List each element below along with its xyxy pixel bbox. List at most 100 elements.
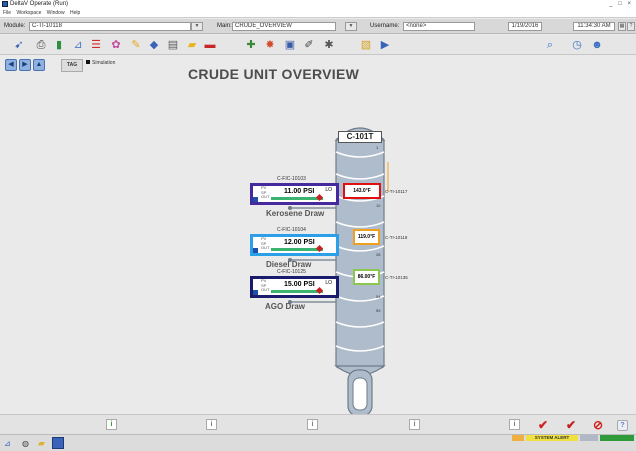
window-title: DeltaV Operate (Run) xyxy=(10,1,69,7)
time-field: 11:34:30 AM xyxy=(573,22,615,31)
pv-sp-labels: PV SP OUT xyxy=(261,278,270,292)
mode-square-icon xyxy=(253,248,258,253)
panel-icon[interactable]: ▦ xyxy=(618,22,626,31)
trend-chart-icon[interactable]: ⊿ xyxy=(71,38,85,52)
pencil-icon[interactable]: ✎ xyxy=(129,38,143,52)
diesel-controller[interactable]: C-FIC-10104 PV SP OUT 12.00 PSI xyxy=(250,227,339,256)
users-icon[interactable]: ☻ xyxy=(590,38,604,52)
book-icon[interactable]: ▬ xyxy=(203,38,217,52)
toolbar: ➹ ⎙ ▮ ⊿ ☰ ✿ ✎ ◆ ▤ ▰ ▬ ✚ ✸ ▣ ✐ ✱ ▧ ▶ ⌕ ◷ … xyxy=(0,35,636,55)
controller-value: 15.00 PSI xyxy=(284,281,315,288)
module-label: Module: xyxy=(4,23,26,29)
silence-check-icon[interactable]: ✔ xyxy=(566,418,576,432)
tray-tile xyxy=(580,435,598,441)
network-icon[interactable]: ✱ xyxy=(322,38,336,52)
simulation-label: Simulation xyxy=(92,60,116,66)
folder-icon[interactable]: ▰ xyxy=(185,38,199,52)
shortcut-icon[interactable]: ◍ xyxy=(22,439,29,448)
menu-bar: File Workspace Window Help xyxy=(0,9,636,18)
faceplate-icon[interactable]: ✿ xyxy=(109,38,123,52)
main-dropdown-icon[interactable]: ▼ xyxy=(345,22,357,31)
menu-workspace[interactable]: Workspace xyxy=(16,10,41,16)
info-icon[interactable]: i xyxy=(509,419,520,430)
ago-draw-label: AGO Draw xyxy=(265,302,306,311)
mode-label: LO xyxy=(325,280,332,286)
battery-icon[interactable]: ▮ xyxy=(52,38,66,52)
camera-icon[interactable]: ▶ xyxy=(378,38,392,52)
tag-button[interactable]: TAG xyxy=(61,59,83,72)
arrow-tool-icon[interactable]: ➹ xyxy=(12,38,26,52)
username-label: Username: xyxy=(370,23,400,29)
acknowledge-check-icon[interactable]: ✔ xyxy=(538,418,548,432)
folder-icon[interactable]: ▰ xyxy=(38,438,45,449)
edit-icon[interactable]: ✐ xyxy=(302,38,316,52)
tool-icon[interactable]: ✚ xyxy=(244,38,258,52)
controller-value: 12.00 PSI xyxy=(284,239,315,246)
temp-tag-10118: C-TI-10118 xyxy=(385,235,408,240)
back-icon[interactable]: ◀ xyxy=(5,59,17,71)
menu-file[interactable]: File xyxy=(3,10,11,16)
list-icon[interactable]: ☰ xyxy=(89,38,103,52)
table-icon[interactable]: ▤ xyxy=(166,38,180,52)
simulation-square-icon xyxy=(86,60,90,64)
process-icon[interactable]: ✸ xyxy=(263,38,277,52)
diamond-icon[interactable]: ◆ xyxy=(147,38,161,52)
temp-tag-10135: C-TI-10135 xyxy=(385,275,408,280)
help-icon[interactable]: ? xyxy=(627,22,635,31)
mode-square-icon xyxy=(253,290,258,295)
menu-window[interactable]: Window xyxy=(47,10,65,16)
taskbar: ⊿ ◍ ▰ SYSTEM ALERT xyxy=(0,434,636,451)
menu-help[interactable]: Help xyxy=(70,10,80,16)
pv-sp-labels: PV SP OUT xyxy=(261,185,270,199)
system-alert-banner[interactable]: SYSTEM ALERT xyxy=(526,435,578,441)
date-field: 1/19/2016 xyxy=(508,22,542,31)
username-field: <none> xyxy=(403,22,475,31)
column-tag-label: C-101T xyxy=(338,131,382,143)
info-bar: Module: C-TI-10118 ▼ Main: CRUDE_OVERVIE… xyxy=(0,19,636,34)
kerosene-controller[interactable]: C-FIC-10103 PV SP OUT 11.00 PSI LO xyxy=(250,176,339,205)
module-field[interactable]: C-TI-10118 xyxy=(29,22,191,31)
image-icon[interactable]: ▧ xyxy=(359,38,373,52)
forward-icon[interactable]: ▶ xyxy=(19,59,31,71)
alarm-tile[interactable] xyxy=(512,435,524,441)
app-task-icon[interactable] xyxy=(52,437,64,449)
main-display-field[interactable]: CRUDE_OVERVIEW xyxy=(232,22,336,31)
help-button[interactable]: ? xyxy=(617,420,628,431)
print-icon[interactable]: ⎙ xyxy=(34,38,48,52)
process-graphic: C-101T 1 10 28 54 59 C-FIC-10103 PV SP OUT… xyxy=(0,82,636,417)
title-bar: DeltaV Operate (Run) _ □ × xyxy=(0,0,636,9)
mode-label: LO xyxy=(325,187,332,193)
temp-indicator-10118[interactable]: 119.0°F xyxy=(353,229,380,245)
temp-indicator-10117[interactable]: 143.0°F xyxy=(343,183,381,199)
temp-indicator-10135[interactable]: 86.00°F xyxy=(353,269,380,285)
ago-controller[interactable]: C-FIC-10125 PV SP OUT 15.00 PSI LO xyxy=(250,269,339,298)
app-icon xyxy=(2,1,8,7)
controller-value: 11.00 PSI xyxy=(284,188,315,195)
controller-tag: C-FIC-10104 xyxy=(277,227,306,233)
clock-icon[interactable]: ◷ xyxy=(570,38,584,52)
diesel-draw-label: Diesel Draw xyxy=(266,260,312,269)
info-icon[interactable]: i xyxy=(206,419,217,430)
status-tile xyxy=(600,435,634,441)
operate-window: DeltaV Operate (Run) _ □ × File Workspac… xyxy=(0,0,636,451)
window-controls[interactable]: _ □ × xyxy=(609,0,633,9)
controller-tag: C-FIC-10125 xyxy=(277,269,306,275)
tray-number-1: 1 xyxy=(376,145,379,150)
info-icon-green[interactable]: i xyxy=(106,419,117,430)
controller-tag: C-FIC-10103 xyxy=(277,176,306,182)
info-icon[interactable]: i xyxy=(307,419,318,430)
info-icon[interactable]: i xyxy=(409,419,420,430)
main-label: Main: xyxy=(217,23,232,29)
start-icon[interactable]: ⊿ xyxy=(4,439,11,448)
module-dropdown-icon[interactable]: ▼ xyxy=(191,22,203,31)
search-icon[interactable]: ⌕ xyxy=(543,38,557,52)
monitor-icon[interactable]: ▣ xyxy=(283,38,297,52)
boot-window xyxy=(352,377,368,411)
pv-sp-labels: PV SP OUT xyxy=(261,236,270,250)
kerosene-draw-label: Kerosene Draw xyxy=(266,209,325,218)
no-entry-icon[interactable]: ⊘ xyxy=(593,418,603,432)
temp-tag-10117: C-TI-10117 xyxy=(385,189,408,194)
up-icon[interactable]: ▲ xyxy=(33,59,45,71)
display-title: CRUDE UNIT OVERVIEW xyxy=(188,66,360,82)
status-bar: i i i i i ✔ ✔ ⊘ ? xyxy=(0,414,636,434)
